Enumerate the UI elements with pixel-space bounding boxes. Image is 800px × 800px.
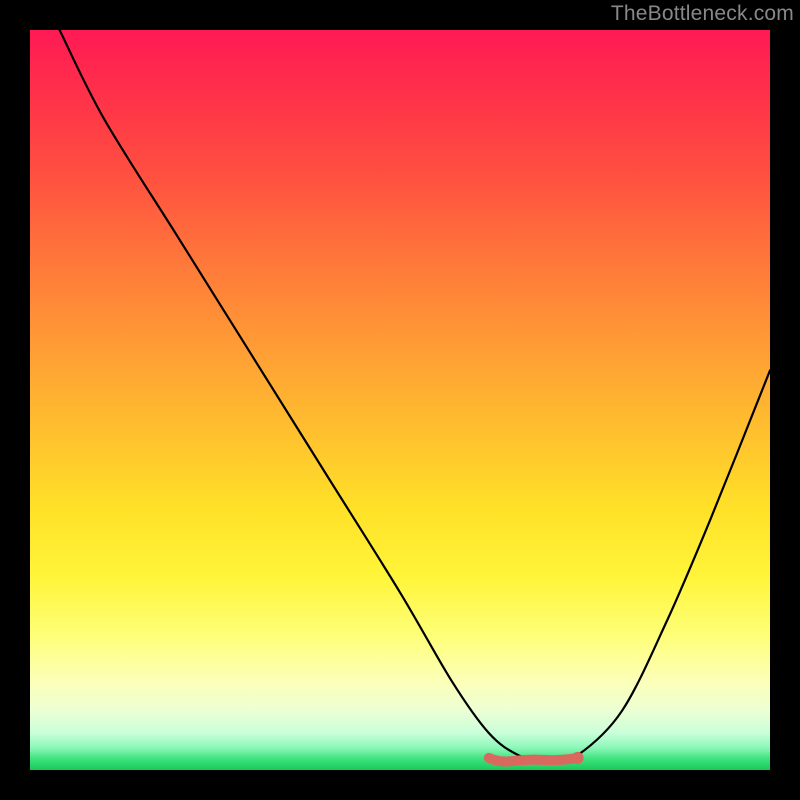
optimal-range-end-dot: [572, 752, 584, 764]
curve-svg: [30, 30, 770, 770]
bottleneck-curve: [60, 30, 770, 763]
optimal-range-highlight: [489, 758, 578, 762]
plot-area: [30, 30, 770, 770]
chart-frame: TheBottleneck.com: [0, 0, 800, 800]
watermark-text: TheBottleneck.com: [611, 2, 794, 26]
